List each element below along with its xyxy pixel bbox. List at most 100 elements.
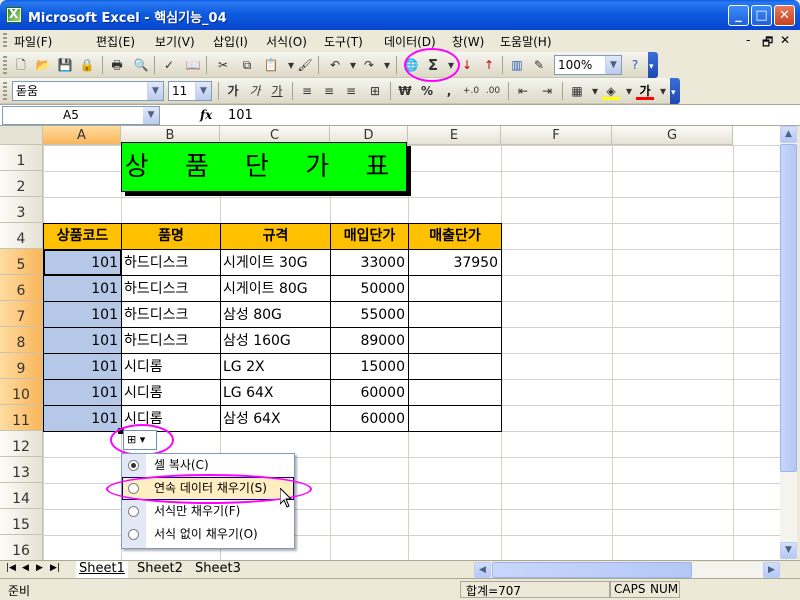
menu-help[interactable]: 도움말(H) [500, 33, 552, 50]
prev-sheet-icon[interactable]: ◀ [22, 563, 29, 573]
table-cell[interactable] [408, 277, 501, 303]
chart-wizard-icon[interactable]: ▥ [508, 56, 526, 74]
sort-ascending-icon[interactable]: ↓ [458, 56, 476, 74]
doc-restore-button[interactable]: 🗗 [762, 33, 773, 54]
table-cell[interactable]: 하드디스크 [121, 251, 220, 277]
first-sheet-icon[interactable]: |◀ [6, 563, 16, 573]
paste-icon[interactable]: 📋 [262, 56, 280, 74]
percent-button[interactable]: % [418, 82, 436, 100]
radio-icon[interactable] [128, 506, 139, 517]
table-cell[interactable]: 55000 [330, 303, 408, 329]
menu-grip[interactable] [3, 33, 7, 49]
doc-close-button[interactable]: ✕ [780, 33, 790, 47]
table-cell[interactable] [408, 355, 501, 381]
table-cell[interactable]: 101 [43, 277, 121, 303]
table-cell[interactable]: 하드디스크 [121, 329, 220, 355]
zoom-combo[interactable]: 100% ▼ [554, 55, 622, 75]
scroll-left-icon[interactable]: ◀ [474, 562, 491, 578]
table-cell[interactable]: 15000 [330, 355, 408, 381]
table-cell[interactable]: 101 [43, 381, 121, 407]
table-cell[interactable]: 시디롬 [121, 381, 220, 407]
drawing-icon[interactable]: ✎ [530, 56, 548, 74]
row-header-14[interactable]: 14 [0, 483, 43, 509]
save-icon[interactable]: 💾 [56, 56, 74, 74]
merge-center-icon[interactable]: ⊞ [366, 82, 384, 100]
tab-sheet2[interactable]: Sheet2 [134, 561, 186, 578]
row-header-3[interactable]: 3 [0, 197, 43, 223]
row-header-16[interactable]: 16 [0, 535, 43, 560]
align-center-icon[interactable]: ≡ [320, 82, 338, 100]
column-header-e[interactable]: E [408, 126, 501, 145]
menu-window[interactable]: 창(W) [452, 33, 484, 50]
table-cell[interactable]: 삼성 80G [220, 303, 330, 329]
scroll-down-icon[interactable]: ▼ [780, 542, 797, 559]
print-icon[interactable]: 🖶 [108, 56, 126, 74]
horizontal-scrollbar[interactable]: ◀ ▶ [474, 562, 780, 578]
radio-icon[interactable] [128, 529, 139, 540]
toolbar-grip[interactable] [3, 56, 7, 74]
toolbar-options-icon[interactable] [648, 52, 658, 78]
maximize-button[interactable]: □ [751, 5, 772, 26]
table-cell[interactable]: 101 [43, 407, 121, 433]
copy-icon[interactable]: ⧉ [238, 56, 256, 74]
increase-decimal-icon[interactable]: +.0 [462, 82, 480, 100]
table-cell[interactable]: LG 64X [220, 381, 330, 407]
row-header-1[interactable]: 1 [0, 145, 43, 171]
toolbar-grip[interactable] [3, 82, 7, 100]
table-cell[interactable]: 하드디스크 [121, 277, 220, 303]
print-preview-icon[interactable]: 🔍 [132, 56, 150, 74]
underline-button[interactable]: 가 [268, 82, 286, 100]
column-header-a[interactable]: A [43, 126, 121, 145]
table-cell[interactable]: 101 [43, 355, 121, 381]
borders-icon[interactable]: ▦ [568, 82, 586, 100]
table-cell[interactable] [408, 303, 501, 329]
vertical-scrollbar[interactable]: ▲ ▼ [780, 126, 797, 560]
tab-sheet3[interactable]: Sheet3 [192, 561, 244, 578]
row-header-11[interactable]: 11 [0, 405, 43, 431]
cut-icon[interactable]: ✂ [214, 56, 232, 74]
last-sheet-icon[interactable]: ▶| [50, 563, 60, 573]
bold-button[interactable]: 가 [224, 82, 242, 100]
row-header-2[interactable]: 2 [0, 171, 43, 197]
menu-tools[interactable]: 도구(T) [324, 33, 363, 50]
currency-button[interactable]: ₩ [396, 82, 414, 100]
row-header-12[interactable]: 12 [0, 431, 43, 457]
font-color-icon[interactable]: 가 [636, 82, 654, 100]
comma-button[interactable]: , [440, 82, 458, 100]
menu-format[interactable]: 서식(O) [266, 33, 307, 50]
column-header-f[interactable]: F [501, 126, 612, 145]
menu-file[interactable]: 파일(F) [14, 33, 52, 50]
autofill-option-4[interactable]: 서식 없이 채우기(O) [122, 523, 294, 546]
table-cell[interactable] [408, 407, 501, 433]
table-cell[interactable]: LG 2X [220, 355, 330, 381]
insert-function-icon[interactable]: fx [200, 108, 212, 122]
chevron-down-icon[interactable]: ▼ [147, 82, 163, 100]
table-cell[interactable]: 하드디스크 [121, 303, 220, 329]
table-cell[interactable]: 60000 [330, 381, 408, 407]
table-cell[interactable]: 60000 [330, 407, 408, 433]
next-sheet-icon[interactable]: ▶ [36, 563, 43, 573]
row-header-7[interactable]: 7 [0, 301, 43, 327]
open-icon[interactable]: 📂 [34, 56, 52, 74]
name-box[interactable]: A5 ▼ [2, 106, 160, 125]
table-cell[interactable]: 삼성 160G [220, 329, 330, 355]
chevron-down-icon[interactable]: ▼ [195, 82, 211, 100]
row-header-13[interactable]: 13 [0, 457, 43, 483]
table-cell[interactable]: 37950 [408, 251, 501, 277]
toolbar-options-icon[interactable] [670, 78, 680, 104]
row-header-15[interactable]: 15 [0, 509, 43, 535]
horizontal-scroll-thumb[interactable] [492, 562, 692, 578]
row-header-4[interactable]: 4 [0, 223, 43, 249]
table-cell[interactable]: 33000 [330, 251, 408, 277]
increase-indent-icon[interactable]: ⇥ [538, 82, 556, 100]
decrease-decimal-icon[interactable]: .00 [484, 82, 502, 100]
column-header-g[interactable]: G [612, 126, 733, 145]
doc-minimize-button[interactable]: - [746, 33, 750, 47]
italic-button[interactable]: 가 [246, 82, 264, 100]
redo-icon[interactable]: ↷ [360, 56, 378, 74]
row-header-8[interactable]: 8 [0, 327, 43, 353]
align-left-icon[interactable]: ≡ [298, 82, 316, 100]
permission-icon[interactable]: 🔒 [78, 56, 96, 74]
chevron-down-icon[interactable]: ▼ [143, 107, 159, 124]
menu-insert[interactable]: 삽입(I) [213, 33, 248, 50]
